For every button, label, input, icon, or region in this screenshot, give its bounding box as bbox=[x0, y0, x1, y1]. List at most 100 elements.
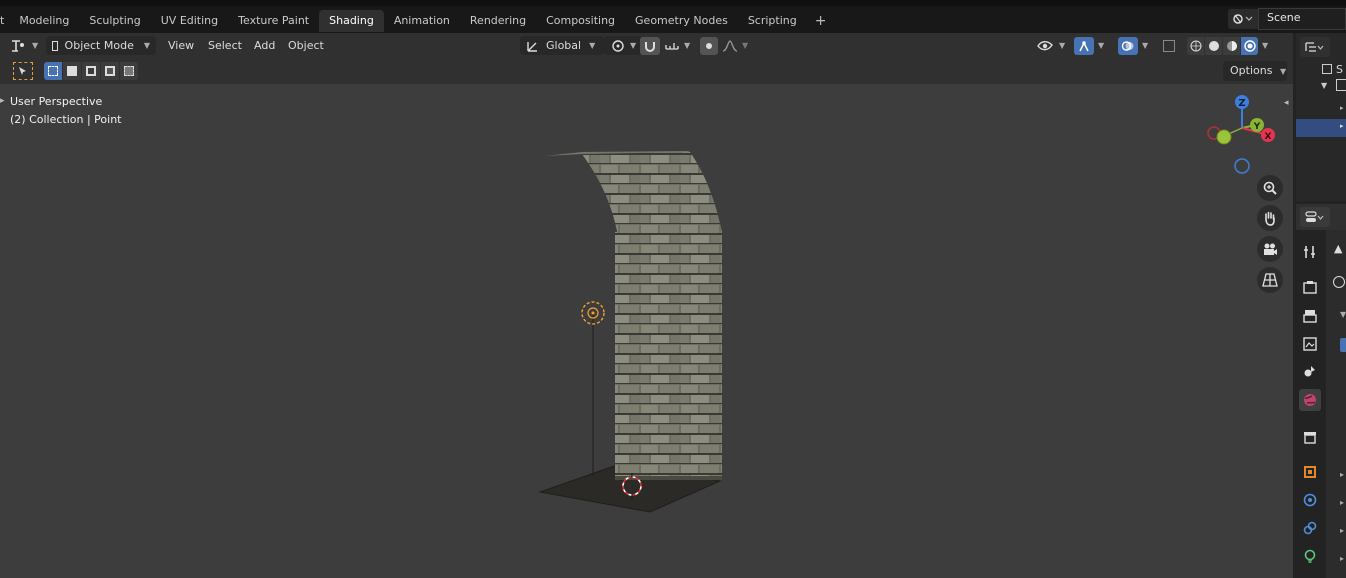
chevron-down-icon: ▼ bbox=[1279, 67, 1287, 76]
shading-mode-buttons[interactable]: ▼ bbox=[1187, 36, 1268, 55]
hand-icon bbox=[1265, 211, 1275, 226]
tab-uv-editing[interactable]: UV Editing bbox=[151, 10, 228, 32]
outliner-scene-row[interactable]: S bbox=[1322, 61, 1346, 77]
view-layer-tab-icon[interactable] bbox=[1302, 336, 1318, 352]
viewport-header: ▼ Object Mode ▼ View Select Add Object G… bbox=[0, 33, 1293, 57]
select-extend-button[interactable] bbox=[63, 62, 81, 80]
tab-geometry-nodes[interactable]: Geometry Nodes bbox=[625, 10, 738, 32]
falloff-curve-icon bbox=[722, 39, 738, 52]
solid-shading-button[interactable] bbox=[1205, 36, 1222, 55]
scene-selector[interactable]: Scene bbox=[1228, 8, 1346, 30]
material-preview-button[interactable] bbox=[1223, 36, 1240, 55]
menu-add[interactable]: Add bbox=[254, 36, 275, 55]
transform-orientation-dropdown[interactable]: Global ▼ bbox=[520, 36, 604, 55]
scene-icon[interactable] bbox=[1228, 9, 1258, 29]
select-subtract-button[interactable] bbox=[82, 62, 100, 80]
topbar: t Modeling Sculpting UV Editing Texture … bbox=[0, 0, 1346, 33]
eye-icon bbox=[1037, 40, 1053, 50]
properties-editor-type-button[interactable] bbox=[1300, 207, 1330, 227]
properties-panel-icon: ▲ bbox=[1334, 242, 1343, 255]
mode-label: Object Mode bbox=[64, 39, 134, 52]
topbar-edge bbox=[0, 0, 1346, 6]
outliner[interactable]: S ▼ ▸ ▸ bbox=[1296, 33, 1346, 201]
select-invert-button[interactable] bbox=[101, 62, 119, 80]
select-intersect-button[interactable] bbox=[120, 62, 138, 80]
mode-dropdown[interactable]: Object Mode ▼ bbox=[46, 36, 156, 55]
expand-arrow-icon[interactable]: ▼ bbox=[1321, 81, 1327, 90]
object-tab-icon[interactable] bbox=[1302, 464, 1318, 480]
tab-sculpting[interactable]: Sculpting bbox=[79, 10, 150, 32]
collection-tab-icon[interactable] bbox=[1302, 429, 1318, 445]
tab-layout[interactable]: t bbox=[0, 10, 9, 32]
tab-scripting[interactable]: Scripting bbox=[738, 10, 807, 32]
overlays-icon bbox=[1118, 36, 1138, 55]
selection-mode-buttons bbox=[44, 62, 138, 80]
camera-view-button[interactable] bbox=[1257, 236, 1283, 262]
orientation-icon bbox=[527, 41, 537, 52]
panel-collapse-icon[interactable]: ▼ bbox=[1340, 310, 1346, 319]
workspace-tabs: t Modeling Sculpting UV Editing Texture … bbox=[0, 10, 834, 32]
overlays-toggle[interactable]: ▼ bbox=[1118, 36, 1148, 55]
tool-tab-icon[interactable] bbox=[1302, 244, 1318, 260]
scene-canvas[interactable]: Z Y X bbox=[0, 84, 1293, 578]
perspective-toggle-button[interactable] bbox=[1257, 267, 1283, 293]
editor-type-button[interactable]: ▼ bbox=[10, 36, 38, 55]
scene-tab-icon[interactable] bbox=[1302, 363, 1318, 379]
proportional-falloff-dropdown[interactable]: ▼ bbox=[722, 36, 748, 55]
tab-shading[interactable]: Shading bbox=[319, 10, 384, 32]
options-label: Options bbox=[1230, 64, 1273, 77]
tab-texture-paint[interactable]: Texture Paint bbox=[228, 10, 319, 32]
menu-object[interactable]: Object bbox=[288, 36, 324, 55]
child-arrow-icon: ▸ bbox=[1340, 122, 1344, 130]
3d-viewport[interactable]: User Perspective (2) Collection | Point … bbox=[0, 84, 1293, 578]
panel-expand-icon[interactable]: ▸ bbox=[1340, 554, 1344, 563]
scene-name-field[interactable]: Scene bbox=[1258, 8, 1346, 30]
select-tool-icon[interactable] bbox=[13, 62, 33, 80]
menu-select[interactable]: Select bbox=[208, 36, 242, 55]
collection-icon bbox=[1336, 79, 1346, 91]
gizmo-neg-y-axis[interactable] bbox=[1216, 129, 1232, 145]
tab-compositing[interactable]: Compositing bbox=[536, 10, 625, 32]
checkbox-icon[interactable] bbox=[1340, 338, 1346, 352]
tab-animation[interactable]: Animation bbox=[384, 10, 460, 32]
select-new-button[interactable] bbox=[44, 62, 62, 80]
snap-target-dropdown[interactable]: ▼ bbox=[664, 36, 690, 55]
gizmo-neg-z-axis[interactable] bbox=[1234, 158, 1250, 174]
snap-toggle[interactable] bbox=[640, 36, 660, 55]
child-arrow-icon[interactable]: ▸ bbox=[1340, 104, 1344, 112]
xray-toggle[interactable] bbox=[1163, 36, 1175, 55]
navigation-gizmo[interactable]: Z Y X bbox=[1207, 95, 1275, 174]
scene-collection-icon bbox=[1322, 64, 1332, 74]
properties-icon bbox=[1305, 211, 1324, 222]
outliner-selected-row[interactable]: ▸ bbox=[1296, 119, 1346, 137]
render-tab-icon[interactable] bbox=[1302, 279, 1318, 295]
magnet-icon bbox=[640, 36, 660, 55]
panel-expand-icon[interactable]: ▸ bbox=[1340, 470, 1344, 479]
physics-tab-icon[interactable] bbox=[1302, 492, 1318, 508]
constraints-tab-icon[interactable] bbox=[1302, 520, 1318, 536]
menu-view[interactable]: View bbox=[168, 36, 194, 55]
gizmo-toggle[interactable]: ▼ bbox=[1074, 36, 1104, 55]
output-tab-icon[interactable] bbox=[1302, 308, 1318, 324]
zoom-button[interactable] bbox=[1257, 175, 1283, 201]
wireframe-shading-button[interactable] bbox=[1187, 36, 1204, 55]
wall-face bbox=[615, 232, 722, 480]
outliner-editor-type-button[interactable] bbox=[1300, 37, 1330, 57]
panel-expand-icon[interactable]: ▸ bbox=[1340, 498, 1344, 507]
object-mode-icon bbox=[52, 40, 58, 51]
xray-icon bbox=[1163, 39, 1175, 52]
tab-modeling[interactable]: Modeling bbox=[9, 10, 79, 32]
pan-button[interactable] bbox=[1257, 205, 1283, 231]
visibility-dropdown[interactable]: ▼ bbox=[1037, 36, 1065, 55]
light-data-tab-icon[interactable] bbox=[1302, 548, 1318, 564]
options-dropdown[interactable]: Options ▼ bbox=[1223, 61, 1287, 81]
gizmo-z-label: Z bbox=[1238, 98, 1245, 109]
tab-rendering[interactable]: Rendering bbox=[460, 10, 536, 32]
add-workspace-button[interactable]: + bbox=[807, 10, 835, 32]
proportional-editing-toggle[interactable] bbox=[700, 36, 718, 55]
panel-expand-icon[interactable]: ▸ bbox=[1340, 526, 1344, 535]
world-tab-icon[interactable] bbox=[1299, 389, 1321, 411]
wall-mesh bbox=[582, 152, 722, 236]
rendered-shading-button[interactable] bbox=[1241, 36, 1258, 55]
pivot-point-dropdown[interactable]: ▼ bbox=[604, 36, 643, 55]
